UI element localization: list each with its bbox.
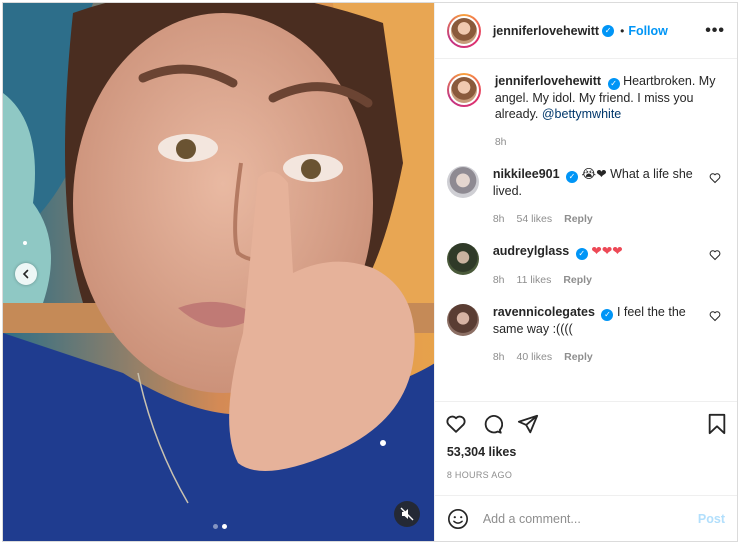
verified-badge-icon: ✓ xyxy=(602,24,615,37)
post-actions-bar xyxy=(434,401,737,445)
speaker-muted-icon xyxy=(400,507,414,521)
post-timestamp: 8 HOURS AGO xyxy=(446,470,513,480)
share-button[interactable] xyxy=(517,413,539,435)
comment-item: ravennicolegates ✓ I feel the the same w… xyxy=(446,304,725,365)
comment-item: nikkilee901 ✓ 😭❤ What a life she lived. … xyxy=(446,166,725,227)
comment-body: ravennicolegates ✓ I feel the the same w… xyxy=(493,304,708,365)
verified-badge-icon: ✓ xyxy=(601,309,614,321)
comment-username[interactable]: nikkilee901 xyxy=(493,167,560,181)
follow-button[interactable]: Follow xyxy=(628,24,668,38)
comment-reply-button[interactable]: Reply xyxy=(564,211,593,227)
post-media[interactable] xyxy=(3,3,434,541)
chevron-left-icon xyxy=(22,269,29,279)
like-count[interactable]: 53,304 likes xyxy=(435,445,737,465)
caption-mention-link[interactable]: @bettymwhite xyxy=(542,107,621,121)
carousel-prev-button[interactable] xyxy=(15,263,37,285)
add-comment-bar: Post xyxy=(434,495,737,541)
comment-bubble-icon xyxy=(484,414,503,434)
comment-time: 8h xyxy=(492,351,505,363)
heart-icon xyxy=(446,415,466,433)
comment-username[interactable]: audreylglass xyxy=(493,244,569,258)
like-button[interactable] xyxy=(445,413,467,435)
comment-item: audreylglass ✓ ❤❤❤ 8h 11 likes Reply xyxy=(446,243,725,288)
comment-time: 8h xyxy=(492,213,505,225)
heart-outline-icon[interactable] xyxy=(709,172,721,184)
comments-list: jenniferlovehewitt ✓ Heartbroken. My ang… xyxy=(435,59,737,401)
heart-outline-icon[interactable] xyxy=(709,310,721,322)
caption-author-avatar[interactable] xyxy=(446,73,481,107)
verified-badge-icon: ✓ xyxy=(575,248,588,260)
caption-body: jenniferlovehewitt ✓ Heartbroken. My ang… xyxy=(495,73,725,150)
smiley-icon xyxy=(447,508,468,529)
comment-likes[interactable]: 11 likes xyxy=(517,272,552,288)
verified-badge-icon: ✓ xyxy=(566,171,579,183)
author-avatar[interactable] xyxy=(446,13,481,48)
emoji-picker-button[interactable] xyxy=(447,508,469,530)
verified-badge-icon: ✓ xyxy=(607,78,620,90)
comment-meta: 8h 40 likes Reply xyxy=(493,349,708,365)
caption-username[interactable]: jenniferlovehewitt xyxy=(495,74,601,88)
comment-time: 8h xyxy=(492,274,505,286)
comment-likes[interactable]: 40 likes xyxy=(517,349,553,365)
heart-outline-icon[interactable] xyxy=(709,249,721,261)
save-button[interactable] xyxy=(707,413,727,435)
separator-bullet: • xyxy=(620,23,625,38)
post-sidebar: jenniferlovehewitt ✓ • Follow ••• jennif… xyxy=(433,3,737,541)
comment-meta: 8h 54 likes Reply xyxy=(493,211,708,227)
post-caption: jenniferlovehewitt ✓ Heartbroken. My ang… xyxy=(446,73,725,150)
comment-text: ❤❤❤ xyxy=(591,244,623,258)
commenter-avatar[interactable] xyxy=(446,166,479,198)
caption-time: 8h xyxy=(494,136,507,148)
bookmark-icon xyxy=(708,413,726,434)
paper-plane-icon xyxy=(517,414,538,433)
comment-username[interactable]: ravennicolegates xyxy=(493,305,595,319)
comment-button[interactable] xyxy=(481,413,503,435)
commenter-avatar[interactable] xyxy=(446,304,479,336)
carousel-dot xyxy=(213,524,218,529)
commenter-avatar[interactable] xyxy=(446,243,479,275)
author-username[interactable]: jenniferlovehewitt xyxy=(493,24,599,38)
carousel-dot-active xyxy=(222,524,227,529)
comment-reply-button[interactable]: Reply xyxy=(563,272,592,288)
comment-body: audreylglass ✓ ❤❤❤ 8h 11 likes Reply xyxy=(493,243,708,288)
post-header: jenniferlovehewitt ✓ • Follow ••• xyxy=(434,3,737,59)
post-photo xyxy=(3,3,434,541)
post-comment-button[interactable]: Post xyxy=(698,512,725,526)
comment-meta: 8h 11 likes Reply xyxy=(493,272,708,288)
instagram-post: jenniferlovehewitt ✓ • Follow ••• jennif… xyxy=(2,2,738,542)
comment-likes[interactable]: 54 likes xyxy=(517,211,553,227)
carousel-indicator xyxy=(213,524,227,529)
mute-toggle-button[interactable] xyxy=(393,501,420,527)
comment-body: nikkilee901 ✓ 😭❤ What a life she lived. … xyxy=(493,166,708,227)
comment-reply-button[interactable]: Reply xyxy=(564,349,593,365)
more-options-button[interactable]: ••• xyxy=(705,22,725,40)
add-comment-input[interactable] xyxy=(482,511,698,526)
